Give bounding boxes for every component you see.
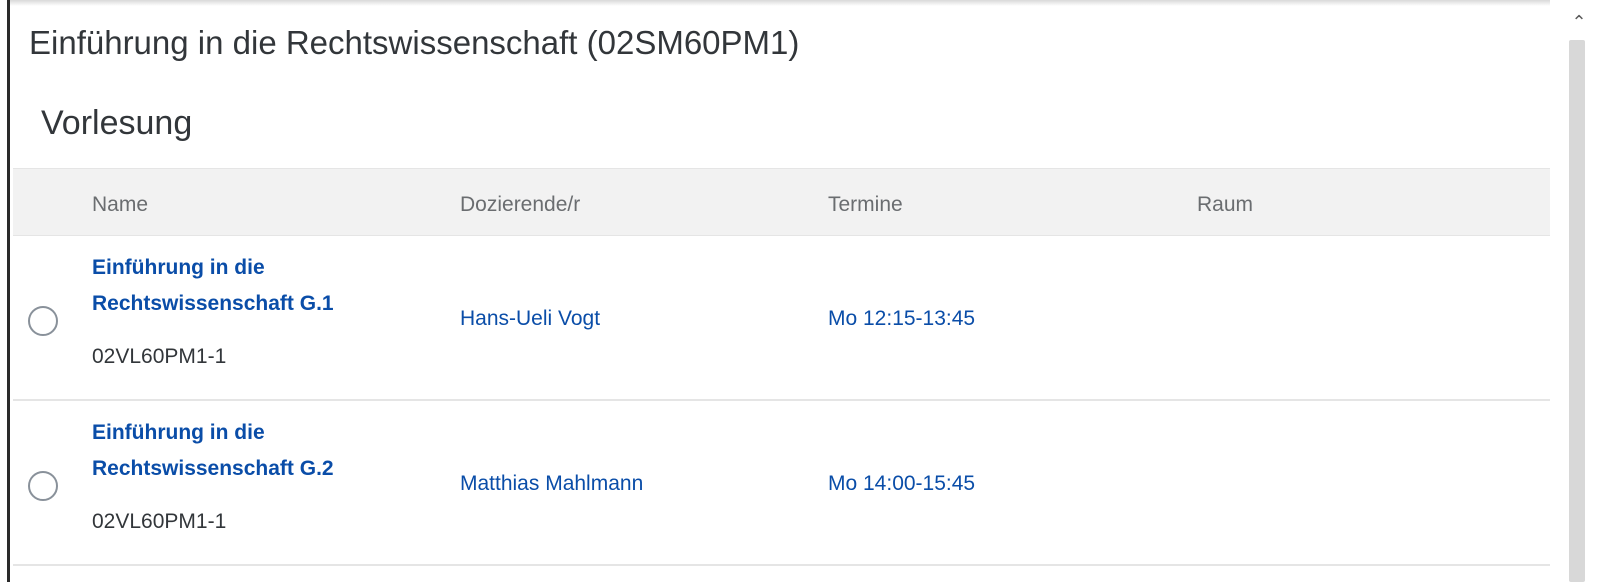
module-title: Einführung in die Rechtswissenschaft (02…: [29, 24, 800, 61]
table-header: Name Dozierende/r Termine Raum: [13, 168, 1550, 236]
course-name-link[interactable]: Rechtswissenschaft G.1: [92, 286, 334, 322]
column-header-room: Raum: [1197, 193, 1254, 216]
vertical-scrollbar[interactable]: ⌃: [1551, 0, 1601, 582]
scrollbar-thumb[interactable]: [1569, 40, 1585, 582]
schedule-link[interactable]: Mo 12:15-13:45: [828, 307, 975, 331]
table-row[interactable]: Einführung in die Rechtswissenschaft G.1…: [13, 236, 1550, 401]
course-name-link[interactable]: Rechtswissenschaft G.2: [92, 451, 334, 487]
schedule-link[interactable]: Mo 14:00-15:45: [828, 472, 975, 496]
column-header-name: Name: [92, 193, 149, 216]
app-window: Einführung in die Rechtswissenschaft (02…: [0, 0, 1601, 582]
column-header-schedule: Termine: [828, 193, 903, 216]
course-name-link[interactable]: Einführung in die: [92, 250, 265, 286]
course-code: 02VL60PM1-1: [92, 345, 227, 368]
radio-button-icon[interactable]: [28, 471, 58, 501]
course-table: Name Dozierende/r Termine Raum Einführun…: [13, 168, 1550, 566]
column-header-lecturer: Dozierende/r: [460, 193, 581, 216]
course-code: 02VL60PM1-1: [92, 510, 227, 533]
lecturer-link[interactable]: Hans-Ueli Vogt: [460, 307, 600, 331]
chevron-up-icon[interactable]: ⌃: [1569, 12, 1589, 32]
table-row[interactable]: Einführung in die Rechtswissenschaft G.2…: [13, 401, 1550, 566]
radio-button-icon[interactable]: [28, 306, 58, 336]
section-title: Vorlesung: [41, 104, 193, 142]
module-panel: Einführung in die Rechtswissenschaft (02…: [13, 0, 1550, 582]
left-border: [0, 0, 10, 582]
lecturer-link[interactable]: Matthias Mahlmann: [460, 472, 643, 496]
course-name-link[interactable]: Einführung in die: [92, 415, 265, 451]
